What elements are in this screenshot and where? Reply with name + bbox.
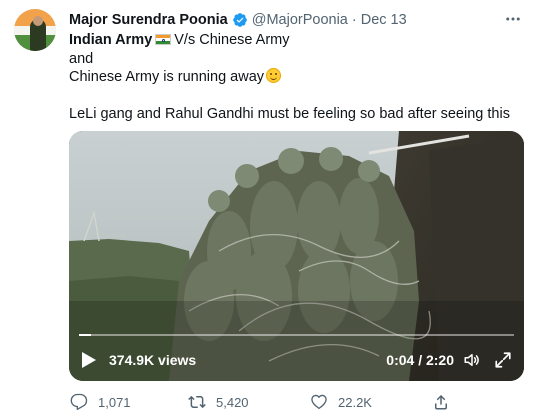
retweet-button[interactable]: 5,420 (188, 390, 249, 414)
play-icon[interactable] (81, 351, 97, 369)
heart-icon (311, 394, 327, 410)
video-player[interactable]: 374.9K views 0:04 / 2:20 (69, 131, 524, 381)
smiling-face-emoji-icon (266, 68, 282, 83)
video-time: 0:04 / 2:20 (386, 352, 454, 368)
video-views: 374.9K views (109, 352, 197, 368)
volume-icon[interactable] (462, 351, 482, 369)
avatar-head (33, 16, 43, 26)
retweet-count: 5,420 (216, 394, 249, 410)
author-avatar[interactable] (14, 9, 56, 51)
share-icon (435, 394, 447, 410)
tweet-line-5: LeLi gang and Rahul Gandhi must be feeli… (69, 106, 510, 122)
video-frame (69, 131, 524, 381)
tweet-actions: 1,071 5,420 22.2K (64, 390, 484, 414)
tweet-line-1-rest: V/s Chinese Army (174, 32, 290, 48)
more-options-icon[interactable] (502, 10, 524, 28)
tweet-line-1: Indian Army V/s Chinese Army (69, 31, 524, 50)
tweet-bold-text: Indian Army (69, 32, 153, 48)
author-handle[interactable]: @MajorPoonia (252, 12, 348, 28)
india-flag-emoji-icon (155, 34, 172, 45)
tweet-header: Major Surendra Poonia @MajorPoonia · Dec… (69, 10, 498, 30)
tweet-line-3-text: Chinese Army is running away (69, 69, 265, 85)
share-button[interactable] (432, 390, 460, 414)
like-count: 22.2K (338, 394, 372, 410)
video-progress-bar[interactable] (79, 334, 514, 336)
like-button[interactable]: 22.2K (310, 390, 372, 414)
video-progress-fill (79, 334, 92, 336)
reply-count: 1,071 (98, 394, 131, 410)
reply-button[interactable]: 1,071 (70, 390, 131, 414)
tweet-text: Indian Army V/s Chinese Army and Chinese … (69, 31, 524, 124)
tweet-line-2: and (69, 50, 94, 67)
retweet-icon (188, 395, 206, 409)
author-name[interactable]: Major Surendra Poonia (69, 12, 228, 28)
verified-badge-icon (232, 13, 247, 27)
tweet-date[interactable]: Dec 13 (361, 12, 407, 28)
reply-icon (70, 393, 88, 411)
separator-dot: · (351, 12, 357, 28)
tweet-line-3: Chinese Army is running away (69, 68, 524, 87)
fullscreen-icon[interactable] (494, 351, 512, 369)
